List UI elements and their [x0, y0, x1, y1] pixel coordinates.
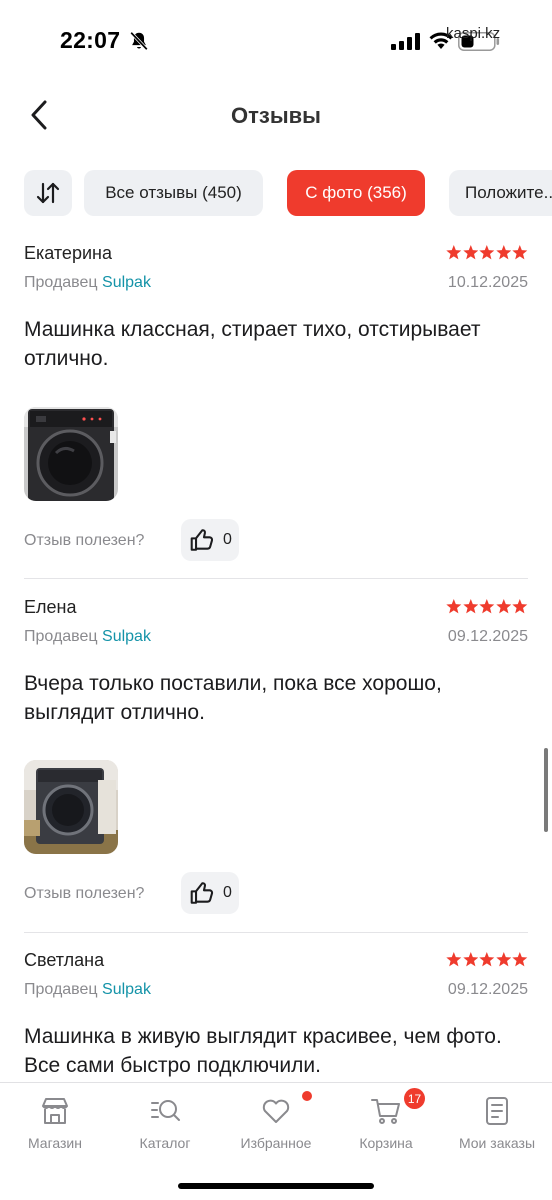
review-card: Светлана Продавец Sulpak 09.12.2025 Маши…: [24, 950, 528, 1082]
nav-tab-cart[interactable]: Корзина: [331, 1093, 441, 1159]
review-photo-thumbnail[interactable]: [24, 760, 118, 854]
seller-line: Продавец Sulpak: [24, 628, 151, 646]
page-title: Отзывы: [231, 103, 321, 128]
star-icon: [512, 952, 528, 967]
thumbs-up-icon: [190, 882, 214, 904]
review-date: 10.12.2025: [447, 274, 528, 291]
seller-prefix: Продавец: [24, 274, 98, 291]
washing-machine-photo: [24, 760, 118, 854]
rating-stars: [446, 599, 528, 614]
favorites-notification-dot: [302, 1091, 312, 1101]
reviewer-name: Светлана: [24, 950, 105, 970]
review-text: Вчера только поставили, пока все хорошо,…: [24, 672, 442, 724]
star-icon: [446, 245, 462, 260]
sort-button[interactable]: [24, 170, 72, 216]
shop-icon: [42, 1098, 68, 1124]
like-button[interactable]: 0: [181, 519, 239, 561]
review-date: 09.12.2025: [447, 628, 528, 645]
star-icon: [496, 952, 512, 967]
star-icon: [462, 952, 478, 967]
nav-label: Мои заказы: [458, 1135, 536, 1151]
nav-tab-orders[interactable]: Мои заказы: [442, 1093, 552, 1159]
star-icon: [462, 245, 478, 260]
divider: [24, 578, 528, 579]
scroll-indicator[interactable]: [544, 748, 548, 832]
reviewer-name: Екатерина: [24, 243, 112, 263]
catalog-search-icon: [151, 1100, 180, 1121]
filter-with-photo-chip[interactable]: С фото (356): [287, 170, 425, 216]
status-url: kaspi.kz: [446, 25, 501, 42]
nav-label: Магазин: [27, 1135, 82, 1151]
nav-label: Корзина: [359, 1135, 413, 1151]
like-count: 0: [223, 884, 232, 901]
star-icon: [479, 952, 495, 967]
rating-stars: [446, 952, 528, 967]
review-card: Елена Продавец Sulpak 09.12.2025 Вчера т…: [24, 597, 528, 917]
rating-stars: [446, 245, 528, 260]
like-count: 0: [223, 531, 232, 548]
star-icon: [496, 599, 512, 614]
helpful-label: Отзыв полезен?: [24, 885, 145, 902]
seller-prefix: Продавец: [24, 981, 98, 998]
status-time: 22:07: [60, 27, 121, 53]
orders-icon: [486, 1097, 508, 1125]
nav-tab-shop[interactable]: Магазин: [0, 1093, 110, 1159]
seller-link[interactable]: Sulpak: [102, 274, 151, 291]
star-icon: [512, 245, 528, 260]
helpful-label: Отзыв полезен?: [24, 532, 145, 549]
header: Отзывы: [0, 80, 552, 152]
star-icon: [512, 599, 528, 614]
nav-label: Избранное: [240, 1135, 312, 1151]
cart-icon: [371, 1099, 400, 1124]
cellular-signal-icon: [391, 33, 420, 50]
review-text: Машинка классная, стирает тихо, отстирыв…: [24, 318, 481, 370]
like-button[interactable]: 0: [181, 872, 239, 914]
review-card: Екатерина Продавец Sulpak 10.12.2025 Маш…: [24, 243, 528, 563]
review-date: 09.12.2025: [447, 981, 528, 998]
seller-link[interactable]: Sulpak: [102, 628, 151, 645]
heart-icon: [262, 1099, 290, 1123]
review-photo-thumbnail[interactable]: [24, 407, 118, 501]
reviewer-name: Елена: [24, 597, 77, 617]
bell-off-icon: [130, 31, 148, 51]
star-icon: [496, 245, 512, 260]
nav-tab-favorites[interactable]: Избранное: [221, 1093, 331, 1159]
status-bar: 22:07 kaspi.kz: [0, 0, 552, 80]
star-icon: [446, 599, 462, 614]
seller-line: Продавец Sulpak: [24, 981, 151, 999]
nav-tab-catalog[interactable]: Каталог: [110, 1093, 220, 1159]
sort-arrows-icon: [36, 182, 60, 204]
filter-positive-chip[interactable]: Положите...: [449, 170, 552, 216]
filter-bar: Все отзывы (450) С фото (356) Положите..…: [0, 168, 552, 218]
thumbs-up-icon: [190, 529, 214, 551]
divider: [24, 932, 528, 933]
washing-machine-photo: [24, 407, 118, 501]
nav-label: Каталог: [139, 1135, 191, 1151]
star-icon: [446, 952, 462, 967]
filter-all-reviews-chip[interactable]: Все отзывы (450): [84, 170, 263, 216]
seller-link[interactable]: Sulpak: [102, 981, 151, 998]
star-icon: [462, 599, 478, 614]
seller-prefix: Продавец: [24, 628, 98, 645]
home-indicator: [178, 1183, 374, 1189]
seller-line: Продавец Sulpak: [24, 274, 151, 292]
star-icon: [479, 245, 495, 260]
review-text: Машинка в живую выглядит красивее, чем ф…: [24, 1025, 502, 1077]
cart-count-badge: 17: [404, 1088, 425, 1109]
star-icon: [479, 599, 495, 614]
